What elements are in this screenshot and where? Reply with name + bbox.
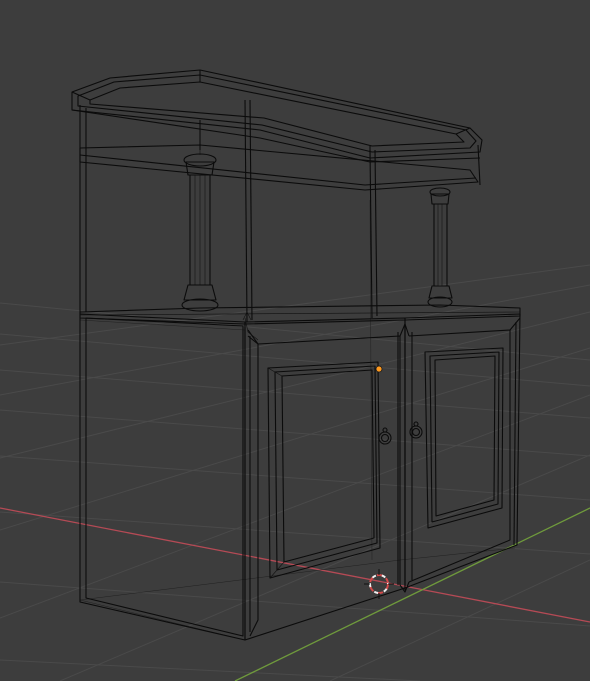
upper-shelf-frame (79, 99, 481, 323)
top-canopy (71, 69, 483, 163)
3d-viewport[interactable] (0, 0, 590, 681)
right-column (427, 187, 453, 308)
origin-dot-icon[interactable] (375, 365, 383, 373)
cabinet-wireframe[interactable] (71, 69, 521, 641)
cabinet-lower-body (79, 313, 521, 641)
3d-cursor-icon[interactable] (364, 569, 394, 599)
floor-grid (0, 264, 590, 681)
left-door-panel (267, 361, 381, 579)
cabinet-back-edges (79, 199, 516, 641)
left-column (181, 120, 219, 312)
